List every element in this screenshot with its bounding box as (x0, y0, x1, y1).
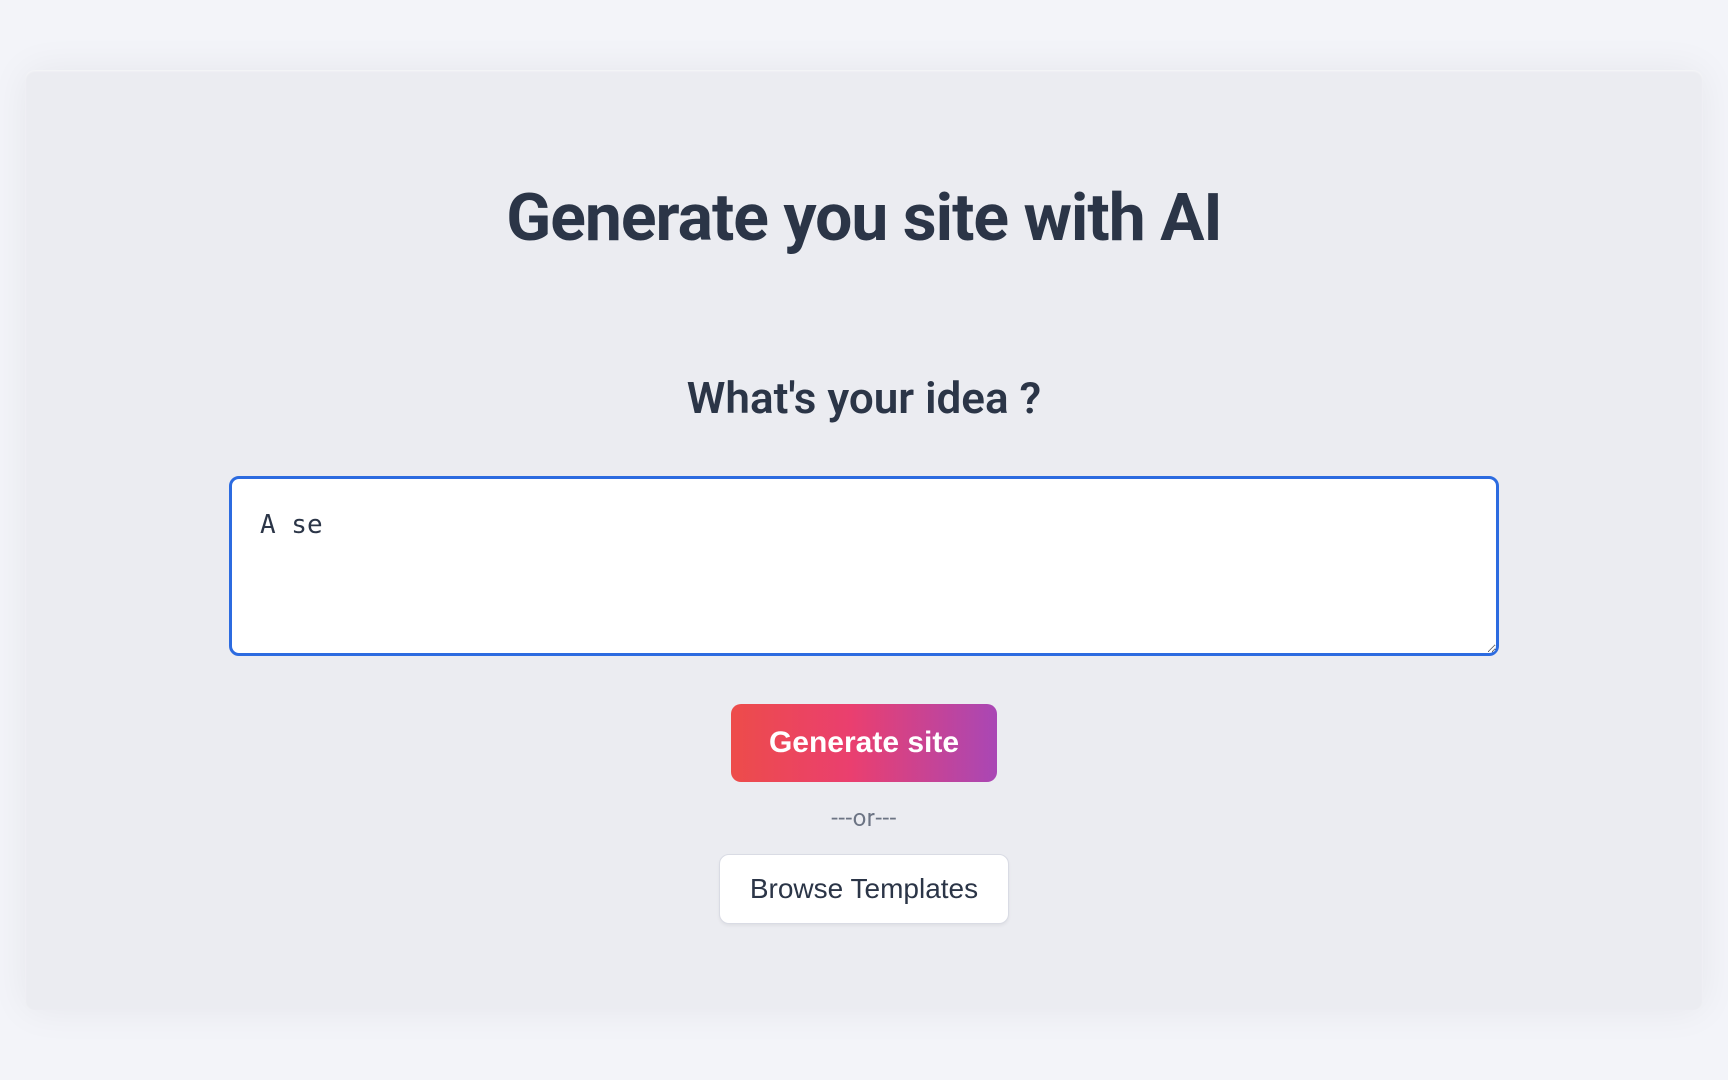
page-title: Generate you site with AI (506, 180, 1221, 257)
generator-card: Generate you site with AI What's your id… (25, 70, 1703, 1010)
generate-site-button[interactable]: Generate site (731, 704, 997, 782)
browse-templates-button[interactable]: Browse Templates (719, 854, 1009, 924)
prompt-subtitle: What's your idea ? (687, 372, 1041, 424)
idea-input[interactable] (229, 476, 1499, 656)
page-background: Generate you site with AI What's your id… (0, 0, 1728, 1080)
or-separator: ---or--- (831, 804, 897, 832)
